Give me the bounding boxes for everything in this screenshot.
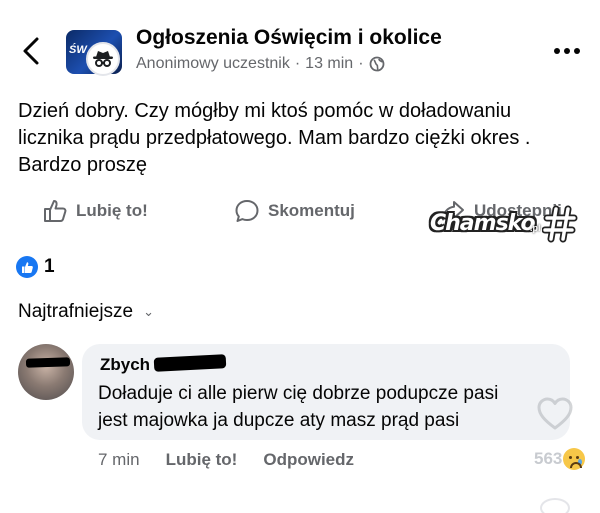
globe-icon xyxy=(369,56,384,72)
sort-label: Najtrafniejsze xyxy=(18,301,134,322)
comment-time[interactable]: 7 min xyxy=(98,450,140,470)
commenter-avatar[interactable] xyxy=(18,344,74,400)
comment-reaction-summary[interactable]: 563 xyxy=(534,448,586,470)
hash-logo-icon xyxy=(542,205,578,243)
post-meta: Anonimowy uczestnik · 13 min · xyxy=(136,55,385,73)
like-button[interactable]: Lubię to! xyxy=(42,196,148,226)
chevron-down-icon: ⌄ xyxy=(143,304,155,319)
like-label: Lubię to! xyxy=(76,201,148,220)
next-item-peek xyxy=(540,498,570,513)
post-header: ŚW Ogłoszenia Oświęcim i okolice Anonimo… xyxy=(0,0,600,82)
comment-reaction-count: 563 xyxy=(534,449,563,468)
redaction-bar xyxy=(25,357,71,368)
comment-sort-dropdown[interactable]: Najtrafniejsze ⌄ xyxy=(18,301,154,323)
comment-icon xyxy=(235,200,259,222)
comment-meta: 7 min Lubię to! Odpowiedz xyxy=(98,450,354,470)
author-name[interactable]: Anonimowy uczestnik xyxy=(136,55,290,73)
anonymous-avatar[interactable] xyxy=(86,42,120,76)
meta-separator-2: · xyxy=(358,55,364,72)
meta-separator: · xyxy=(294,55,301,72)
name-redaction xyxy=(153,354,227,372)
thumbs-up-icon xyxy=(44,200,67,222)
comment-text: Doładuje ci alle pierw cię dobrze podupc… xyxy=(98,383,499,431)
reaction-summary[interactable]: 1 xyxy=(16,255,55,279)
back-arrow-icon[interactable] xyxy=(18,36,46,66)
watermark-suffix: .pl xyxy=(530,223,541,233)
watermark: Chamsko .pl xyxy=(430,205,580,245)
comment-button[interactable]: Skomentuj xyxy=(234,196,355,226)
post-time[interactable]: 13 min xyxy=(305,55,353,73)
comment-reply-button[interactable]: Odpowiedz xyxy=(263,450,354,470)
comment-label: Skomentuj xyxy=(268,201,355,220)
watermark-text: Chamsko xyxy=(430,211,536,236)
reaction-count: 1 xyxy=(44,256,55,277)
post-body: Dzień dobry. Czy mógłby mi ktoś pomóc w … xyxy=(18,100,531,176)
sad-emoji-icon xyxy=(563,448,586,470)
more-options-icon[interactable] xyxy=(552,44,582,58)
group-name[interactable]: Ogłoszenia Oświęcim i okolice xyxy=(136,26,442,50)
heart-icon[interactable] xyxy=(536,396,574,432)
comment-bubble: Zbych Doładuje ci alle pierw cię dobrze … xyxy=(82,344,570,440)
group-avatar-text: ŚW xyxy=(69,44,87,56)
like-reaction-icon xyxy=(16,256,38,278)
anonymous-icon xyxy=(93,51,113,67)
comment-author[interactable]: Zbych xyxy=(100,355,150,375)
comment-like-button[interactable]: Lubię to! xyxy=(166,450,238,470)
